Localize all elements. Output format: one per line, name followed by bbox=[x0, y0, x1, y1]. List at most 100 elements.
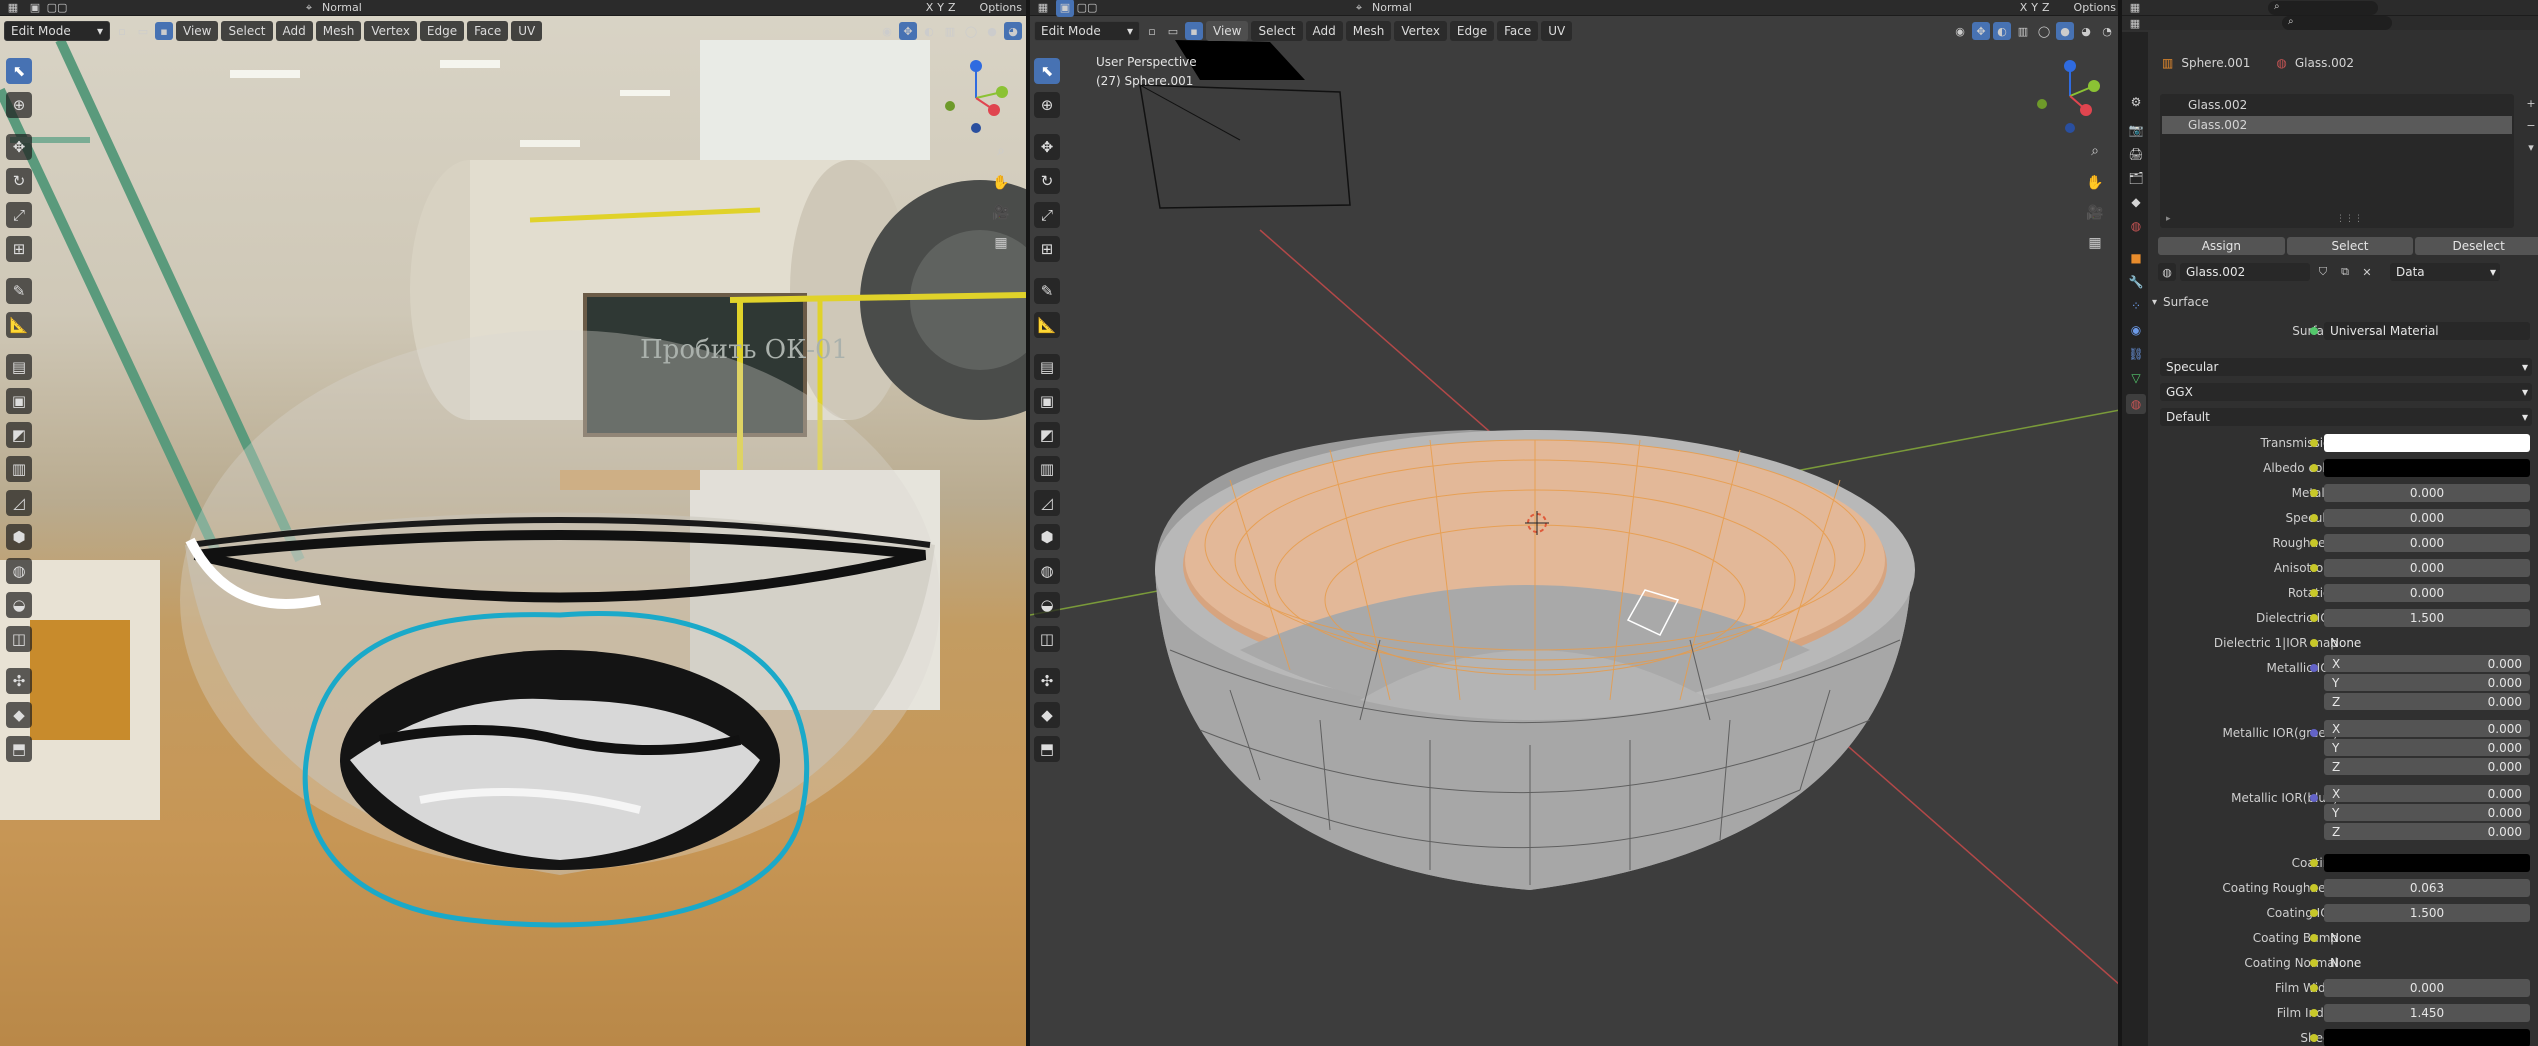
shading-render-icon[interactable]: ◕ bbox=[1004, 22, 1022, 40]
scale-tool-icon[interactable]: ⤢ bbox=[1034, 202, 1060, 228]
surface-panel-header[interactable]: ▾ Surface bbox=[2152, 292, 2538, 312]
knife-tool-icon[interactable]: ◿ bbox=[6, 490, 32, 516]
menu-face[interactable]: Face bbox=[1497, 21, 1539, 41]
menu-edge[interactable]: Edge bbox=[419, 21, 465, 41]
transform-tool-icon[interactable]: ⊞ bbox=[6, 236, 32, 262]
tool-tab-icon[interactable]: ⚙ bbox=[2126, 92, 2146, 112]
zoom-icon[interactable]: ⌕ bbox=[990, 140, 1012, 162]
output-tab-icon[interactable]: 🖨 bbox=[2126, 144, 2146, 164]
select-tool-icon[interactable]: ⬉ bbox=[6, 58, 32, 84]
axis-x[interactable]: X bbox=[926, 1, 934, 14]
menu-select[interactable]: Select bbox=[1251, 21, 1303, 41]
pan-hand-icon[interactable]: ✋ bbox=[990, 172, 1012, 194]
color-swatch[interactable] bbox=[2324, 434, 2530, 452]
vector-x-field[interactable]: X 0.000 bbox=[2324, 655, 2530, 672]
face-select-icon[interactable]: ▪ bbox=[1185, 22, 1203, 40]
shear-tool-icon[interactable]: ◆ bbox=[1034, 702, 1060, 728]
knife-tool-icon[interactable]: ◿ bbox=[1034, 490, 1060, 516]
material-name-field[interactable]: Glass.002 bbox=[2180, 263, 2310, 281]
distribution-select[interactable]: Specular ▾ bbox=[2160, 358, 2532, 376]
number-field[interactable]: 0.063 bbox=[2324, 879, 2530, 897]
material-tab-icon[interactable]: ◍ bbox=[2126, 394, 2146, 414]
edge-select-icon[interactable]: ▭ bbox=[1164, 22, 1182, 40]
shading-render-icon[interactable]: ◔ bbox=[2098, 22, 2116, 40]
link-field[interactable]: None bbox=[2324, 634, 2530, 652]
gizmo-icon[interactable]: ✥ bbox=[899, 22, 917, 40]
number-field[interactable]: 0.000 bbox=[2324, 484, 2530, 502]
polybuild-tool-icon[interactable]: ⬢ bbox=[6, 524, 32, 550]
cursor-tool-icon[interactable]: ⊕ bbox=[6, 92, 32, 118]
measure-tool-icon[interactable]: 📐 bbox=[1034, 312, 1060, 338]
remove-slot-icon[interactable]: − bbox=[2522, 116, 2538, 134]
fresnel-select[interactable]: Default ▾ bbox=[2160, 408, 2532, 426]
close-icon[interactable]: ✕ bbox=[2358, 263, 2376, 281]
pan-hand-icon[interactable]: ✋ bbox=[2084, 172, 2106, 194]
transform-tool-icon[interactable]: ⊞ bbox=[1034, 236, 1060, 262]
data-tab-icon[interactable]: ▽ bbox=[2126, 368, 2146, 388]
edge-slide-tool-icon[interactable]: ◫ bbox=[1034, 626, 1060, 652]
axis-x[interactable]: X bbox=[2020, 1, 2028, 14]
shear-tool-icon[interactable]: ◆ bbox=[6, 702, 32, 728]
material-browse-icon[interactable]: ◍ bbox=[2158, 263, 2176, 281]
number-field[interactable]: 1.450 bbox=[2324, 1004, 2530, 1022]
overlay-icon[interactable]: ◐ bbox=[1993, 22, 2011, 40]
spin-tool-icon[interactable]: ◍ bbox=[1034, 558, 1060, 584]
shading-solid-icon[interactable]: ● bbox=[983, 22, 1001, 40]
menu-uv[interactable]: UV bbox=[1541, 21, 1573, 41]
select-tool-icon[interactable]: ⬉ bbox=[1034, 58, 1060, 84]
object-tab-icon[interactable]: ■ bbox=[2126, 248, 2146, 268]
polybuild-tool-icon[interactable]: ⬢ bbox=[1034, 524, 1060, 550]
shading-wire-icon[interactable]: ◯ bbox=[962, 22, 980, 40]
annotate-tool-icon[interactable]: ✎ bbox=[1034, 278, 1060, 304]
smooth-tool-icon[interactable]: ◒ bbox=[6, 592, 32, 618]
menu-add[interactable]: Add bbox=[1305, 21, 1343, 41]
particles-tab-icon[interactable]: ⁘ bbox=[2126, 296, 2146, 316]
zoom-icon[interactable]: ⌕ bbox=[2084, 140, 2106, 162]
link-field[interactable]: None bbox=[2324, 954, 2530, 972]
duplicate-icon[interactable]: ⧉ bbox=[2336, 263, 2354, 281]
constraints-tab-icon[interactable]: ⛓ bbox=[2126, 344, 2146, 364]
menu-face[interactable]: Face bbox=[467, 21, 509, 41]
view-layer-tab-icon[interactable]: 🗂 bbox=[2126, 168, 2146, 188]
shading-solid-icon[interactable]: ● bbox=[2056, 22, 2074, 40]
scene-tab-icon[interactable]: ◆ bbox=[2126, 192, 2146, 212]
vertex-select-icon[interactable]: ▫ bbox=[113, 22, 131, 40]
add-slot-icon[interactable]: + bbox=[2522, 94, 2538, 112]
extrude-tool-icon[interactable]: ▤ bbox=[6, 354, 32, 380]
vertex-select-icon[interactable]: ▫ bbox=[1143, 22, 1161, 40]
orientation-icon[interactable]: ⌖ bbox=[300, 0, 318, 17]
xray-icon[interactable]: ▥ bbox=[2014, 22, 2032, 40]
select-box-icon[interactable]: ▣ bbox=[1056, 0, 1074, 17]
vector-z-field[interactable]: Z 0.000 bbox=[2324, 758, 2530, 775]
expand-icon[interactable]: ▸ bbox=[2166, 214, 2171, 224]
overlay-icon[interactable]: ◐ bbox=[920, 22, 938, 40]
cursor-tool-icon[interactable]: ⊕ bbox=[1034, 92, 1060, 118]
gizmo-icon[interactable]: ✥ bbox=[1972, 22, 1990, 40]
editor-type-icon[interactable]: ▦ bbox=[2126, 14, 2144, 32]
assign-button[interactable]: Assign bbox=[2158, 237, 2285, 255]
spin-tool-icon[interactable]: ◍ bbox=[6, 558, 32, 584]
options-menu[interactable]: Options bbox=[980, 1, 1022, 14]
axis-y[interactable]: Y bbox=[2031, 1, 2038, 14]
rotate-tool-icon[interactable]: ↻ bbox=[6, 168, 32, 194]
color-swatch[interactable] bbox=[2324, 854, 2530, 872]
deselect-button[interactable]: Deselect bbox=[2415, 237, 2538, 255]
bevel-tool-icon[interactable]: ◩ bbox=[1034, 422, 1060, 448]
vector-y-field[interactable]: Y 0.000 bbox=[2324, 739, 2530, 756]
axis-y[interactable]: Y bbox=[937, 1, 944, 14]
number-field[interactable]: 0.000 bbox=[2324, 559, 2530, 577]
menu-mesh[interactable]: Mesh bbox=[315, 21, 362, 41]
camera-icon[interactable]: 🎥 bbox=[2084, 202, 2106, 224]
fake-user-icon[interactable]: ⛉ bbox=[2314, 263, 2332, 281]
menu-mesh[interactable]: Mesh bbox=[1345, 21, 1392, 41]
orientation-value[interactable]: Normal bbox=[1372, 1, 1412, 14]
axis-z[interactable]: Z bbox=[2042, 1, 2050, 14]
menu-vertex[interactable]: Vertex bbox=[1394, 21, 1447, 41]
inset-tool-icon[interactable]: ▣ bbox=[6, 388, 32, 414]
select-box-icon[interactable]: ▣ bbox=[26, 0, 44, 17]
grid-icon[interactable]: ▦ bbox=[990, 232, 1012, 254]
vector-y-field[interactable]: Y 0.000 bbox=[2324, 674, 2530, 691]
vector-z-field[interactable]: Z 0.000 bbox=[2324, 823, 2530, 840]
scale-tool-icon[interactable]: ⤢ bbox=[6, 202, 32, 228]
navigation-gizmo[interactable] bbox=[936, 58, 1016, 138]
